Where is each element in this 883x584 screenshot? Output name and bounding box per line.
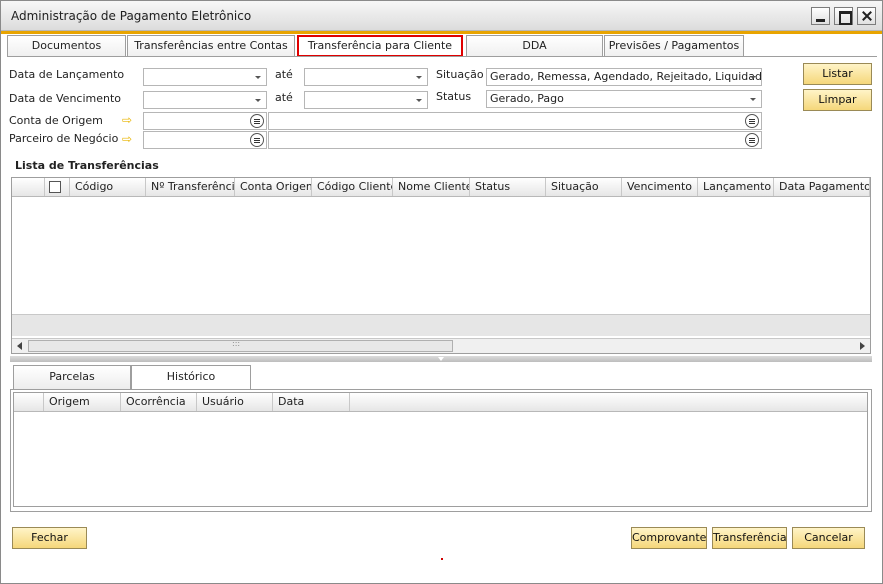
conta-origem-name-field[interactable] — [268, 112, 762, 130]
chevron-down-icon[interactable] — [750, 76, 756, 79]
scroll-thumb[interactable] — [28, 340, 453, 352]
tab-transferencias-entre-contas[interactable]: Transferências entre Contas — [127, 35, 295, 57]
situacao-value: Gerado, Remessa, Agendado, Rejeitado, Li… — [490, 70, 762, 83]
history-grid: Origem Ocorrência Usuário Data — [13, 392, 868, 507]
status-label: Status — [436, 90, 472, 103]
chevron-down-icon[interactable] — [416, 76, 422, 79]
ate-label: até — [275, 68, 293, 81]
data-vencimento-from-field[interactable] — [143, 91, 267, 109]
title-bar: Administração de Pagamento Eletrônico — [1, 1, 882, 31]
status-value: Gerado, Pago — [490, 92, 564, 105]
marker-dot — [441, 558, 443, 560]
tab-previsoes-pagamentos[interactable]: Previsões / Pagamentos — [604, 35, 744, 57]
col-numero-transferencia[interactable]: Nº Transferência — [146, 178, 235, 196]
chevron-down-icon[interactable] — [750, 98, 756, 101]
select-all-checkbox[interactable] — [49, 181, 61, 193]
scroll-grip-icon: ::: — [232, 339, 241, 348]
data-lancamento-to-field[interactable] — [304, 68, 428, 86]
maximize-icon[interactable] — [834, 7, 853, 25]
conta-origem-label: Conta de Origem — [9, 114, 103, 127]
status-select[interactable]: Gerado, Pago — [486, 90, 762, 108]
situacao-select[interactable]: Gerado, Remessa, Agendado, Rejeitado, Li… — [486, 68, 762, 86]
listar-button[interactable]: Listar — [803, 63, 872, 85]
transfer-list-title: Lista de Transferências — [15, 159, 159, 172]
data-vencimento-to-field[interactable] — [304, 91, 428, 109]
data-lancamento-from-field[interactable] — [143, 68, 267, 86]
title-accent-line — [1, 31, 882, 34]
col-ocorrencia[interactable]: Ocorrência — [121, 393, 197, 411]
data-lancamento-label: Data de Lançamento — [9, 68, 125, 81]
situacao-label: Situação — [436, 68, 484, 81]
tab-historico[interactable]: Histórico — [131, 365, 251, 390]
col-conta-origem[interactable]: Conta Origem — [235, 178, 312, 196]
minimize-icon[interactable] — [811, 7, 830, 25]
col-situacao[interactable]: Situação — [546, 178, 622, 196]
col-status[interactable]: Status — [470, 178, 546, 196]
tab-documentos[interactable]: Documentos — [7, 35, 126, 57]
row-selector-header — [12, 178, 45, 196]
transfer-list-footer — [12, 314, 870, 336]
splitter-arrow-icon[interactable] — [438, 357, 444, 361]
scroll-right-icon[interactable] — [860, 342, 865, 350]
tab-transferencia-para-cliente[interactable]: Transferência para Cliente — [297, 35, 463, 57]
comprovante-button[interactable]: Comprovante — [631, 527, 707, 549]
link-arrow-icon[interactable]: ⇨ — [122, 133, 132, 145]
link-arrow-icon[interactable]: ⇨ — [122, 114, 132, 126]
col-lancamento[interactable]: Lançamento — [698, 178, 774, 196]
history-header: Origem Ocorrência Usuário Data — [14, 393, 867, 412]
main-window: Administração de Pagamento Eletrônico Do… — [0, 0, 883, 584]
chevron-down-icon[interactable] — [255, 99, 261, 102]
list-lookup-icon[interactable] — [745, 133, 759, 147]
col-codigo-cliente[interactable]: Código Cliente — [312, 178, 393, 196]
data-vencimento-label: Data de Vencimento — [9, 92, 122, 105]
conta-origem-code-field[interactable] — [143, 112, 267, 130]
panel-splitter[interactable] — [10, 356, 872, 362]
col-data[interactable]: Data — [273, 393, 350, 411]
ate-label: até — [275, 91, 293, 104]
col-usuario[interactable]: Usuário — [197, 393, 273, 411]
list-lookup-icon[interactable] — [250, 114, 264, 128]
tab-parcelas[interactable]: Parcelas — [13, 365, 131, 389]
chevron-down-icon[interactable] — [416, 99, 422, 102]
window-title: Administração de Pagamento Eletrônico — [11, 9, 252, 23]
col-data-pagamento[interactable]: Data Pagamento — [774, 178, 870, 196]
row-selector-header — [14, 393, 44, 411]
col-origem[interactable]: Origem — [44, 393, 121, 411]
col-codigo[interactable]: Código — [70, 178, 146, 196]
list-lookup-icon[interactable] — [745, 114, 759, 128]
fechar-button[interactable]: Fechar — [12, 527, 87, 549]
tab-dda[interactable]: DDA — [466, 35, 603, 57]
tab-underline — [7, 56, 877, 57]
parceiro-name-field[interactable] — [268, 131, 762, 149]
transferencia-button[interactable]: Transferência — [712, 527, 787, 549]
chevron-down-icon[interactable] — [255, 76, 261, 79]
parceiro-code-field[interactable] — [143, 131, 267, 149]
transfer-list-header: Código Nº Transferência Conta Origem Cód… — [12, 178, 870, 197]
transfer-list-hscroll[interactable]: ::: — [12, 338, 870, 353]
col-nome-cliente[interactable]: Nome Cliente — [393, 178, 470, 196]
scroll-left-icon[interactable] — [17, 342, 22, 350]
list-lookup-icon[interactable] — [250, 133, 264, 147]
limpar-button[interactable]: Limpar — [803, 89, 872, 111]
transfer-list-grid: Código Nº Transferência Conta Origem Cód… — [11, 177, 871, 354]
col-vencimento[interactable]: Vencimento — [622, 178, 698, 196]
parceiro-label: Parceiro de Negócio — [9, 132, 119, 145]
close-icon[interactable] — [857, 7, 876, 25]
cancelar-button[interactable]: Cancelar — [792, 527, 865, 549]
